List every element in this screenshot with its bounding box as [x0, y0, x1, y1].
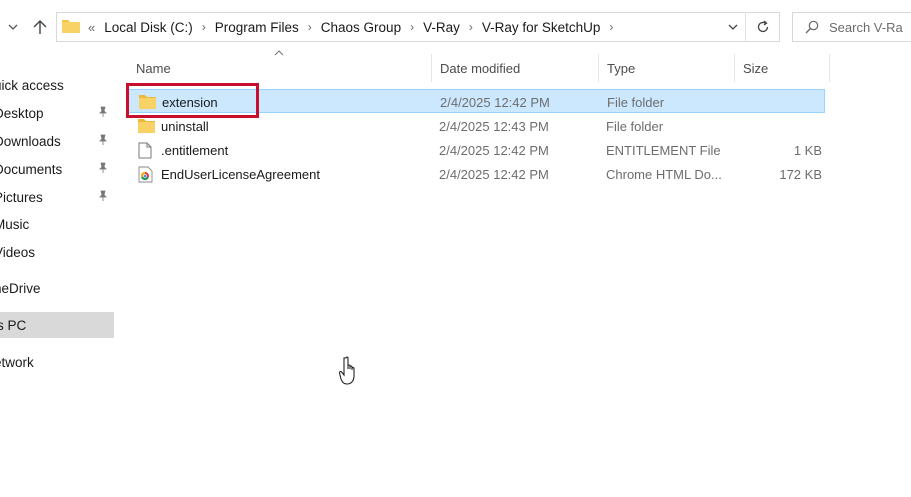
column-header-label: Date modified	[440, 60, 521, 76]
column-header-label: Type	[607, 60, 636, 76]
address-bar[interactable]: « Local Disk (C:) › Program Files › Chao…	[56, 12, 780, 42]
breadcrumb-program-files[interactable]: Program Files	[212, 20, 302, 35]
nav-item-label: Documents	[0, 161, 63, 177]
file-type: File folder	[606, 118, 664, 134]
nav-item-label: Desktop	[0, 105, 44, 121]
pin-icon	[97, 190, 109, 205]
file-date: 2/4/2025 12:42 PM	[439, 142, 549, 158]
nav-item-quick-access[interactable]: uick access	[0, 72, 114, 98]
chrome-html-icon	[138, 166, 156, 183]
column-header-label: Size	[743, 60, 769, 76]
nav-item-onedrive[interactable]: neDrive	[0, 275, 114, 301]
file-row-eula[interactable]: EndUserLicenseAgreement 2/4/2025 12:42 P…	[128, 162, 825, 186]
column-header-type[interactable]: Type	[599, 52, 735, 84]
file-type: File folder	[607, 94, 665, 110]
search-placeholder: Search V-Ra	[829, 19, 903, 35]
folder-icon	[62, 18, 80, 36]
nav-item-documents[interactable]: Documents	[0, 156, 114, 182]
column-header-date-modified[interactable]: Date modified	[432, 52, 599, 84]
nav-item-label: neDrive	[0, 280, 41, 296]
nav-item-label: is PC	[0, 317, 27, 333]
file-date: 2/4/2025 12:43 PM	[439, 118, 549, 134]
breadcrumb: « Local Disk (C:) › Program Files › Chao…	[88, 20, 779, 35]
file-explorer-window: « Local Disk (C:) › Program Files › Chao…	[0, 0, 911, 497]
up-arrow-icon[interactable]	[29, 16, 51, 38]
file-size: 1 KB	[793, 142, 822, 158]
file-row-entitlement[interactable]: .entitlement 2/4/2025 12:42 PM ENTITLEME…	[128, 138, 825, 162]
nav-item-label: etwork	[0, 354, 34, 370]
breadcrumb-local-disk[interactable]: Local Disk (C:)	[101, 20, 196, 35]
breadcrumb-separator-icon[interactable]: ›	[302, 20, 318, 34]
nav-item-this-pc[interactable]: is PC	[0, 312, 114, 338]
recent-locations-chevron-icon[interactable]	[2, 16, 24, 38]
hand-cursor-icon	[336, 356, 360, 389]
file-row-extension[interactable]: extension 2/4/2025 12:42 PM File folder	[128, 89, 825, 113]
nav-item-videos[interactable]: Videos	[0, 239, 114, 265]
column-header-name[interactable]: Name	[128, 52, 432, 84]
file-row-uninstall[interactable]: uninstall 2/4/2025 12:43 PM File folder	[128, 114, 825, 138]
nav-item-music[interactable]: Music	[0, 211, 114, 237]
breadcrumb-separator-icon[interactable]: ›	[404, 20, 420, 34]
file-name: .entitlement	[161, 142, 229, 158]
column-header-size[interactable]: Size	[735, 52, 830, 84]
file-size	[740, 114, 822, 138]
nav-item-label: Videos	[0, 244, 36, 260]
nav-item-desktop[interactable]: Desktop	[0, 100, 114, 126]
search-icon	[805, 20, 819, 34]
address-toolbar: « Local Disk (C:) › Program Files › Chao…	[0, 0, 911, 52]
column-headers: Name Date modified Type Size	[118, 50, 830, 84]
nav-item-label: uick access	[0, 77, 64, 93]
breadcrumb-chaos-group[interactable]: Chaos Group	[318, 20, 404, 35]
nav-item-label: Downloads	[0, 133, 61, 149]
column-header-label: Name	[136, 60, 171, 76]
address-dropdown-chevron-icon[interactable]	[721, 13, 745, 41]
search-box[interactable]: Search V-Ra	[792, 12, 911, 42]
nav-item-pictures[interactable]: Pictures	[0, 184, 114, 210]
nav-item-network[interactable]: etwork	[0, 349, 114, 375]
file-size	[741, 90, 823, 114]
file-date: 2/4/2025 12:42 PM	[439, 166, 549, 182]
file-size: 172 KB	[779, 166, 822, 182]
nav-item-label: Music	[0, 216, 30, 232]
file-date: 2/4/2025 12:42 PM	[440, 94, 550, 110]
file-name: extension	[162, 94, 218, 110]
folder-icon	[139, 94, 157, 110]
file-icon	[138, 142, 156, 159]
breadcrumb-vray-for-sketchup[interactable]: V-Ray for SketchUp	[479, 20, 604, 35]
folder-icon	[138, 118, 156, 134]
breadcrumb-vray[interactable]: V-Ray	[420, 20, 463, 35]
breadcrumb-separator-icon[interactable]: ›	[463, 20, 479, 34]
pin-icon	[97, 162, 109, 177]
breadcrumb-separator-icon[interactable]: ›	[196, 20, 212, 34]
breadcrumb-separator-icon[interactable]: ›	[603, 20, 619, 34]
file-type: ENTITLEMENT File	[606, 142, 721, 158]
file-list: Name Date modified Type Size extension 2…	[118, 50, 911, 497]
nav-item-label: Pictures	[0, 189, 43, 205]
refresh-icon[interactable]	[745, 13, 779, 41]
navigation-pane: uick access Desktop Downloads Documents …	[0, 52, 114, 497]
file-name: uninstall	[161, 118, 209, 134]
file-type: Chrome HTML Do...	[606, 166, 722, 182]
nav-item-downloads[interactable]: Downloads	[0, 128, 114, 154]
breadcrumb-overflow-icon[interactable]: «	[88, 20, 95, 35]
file-name: EndUserLicenseAgreement	[161, 166, 320, 182]
pin-icon	[97, 134, 109, 149]
pin-icon	[97, 106, 109, 121]
